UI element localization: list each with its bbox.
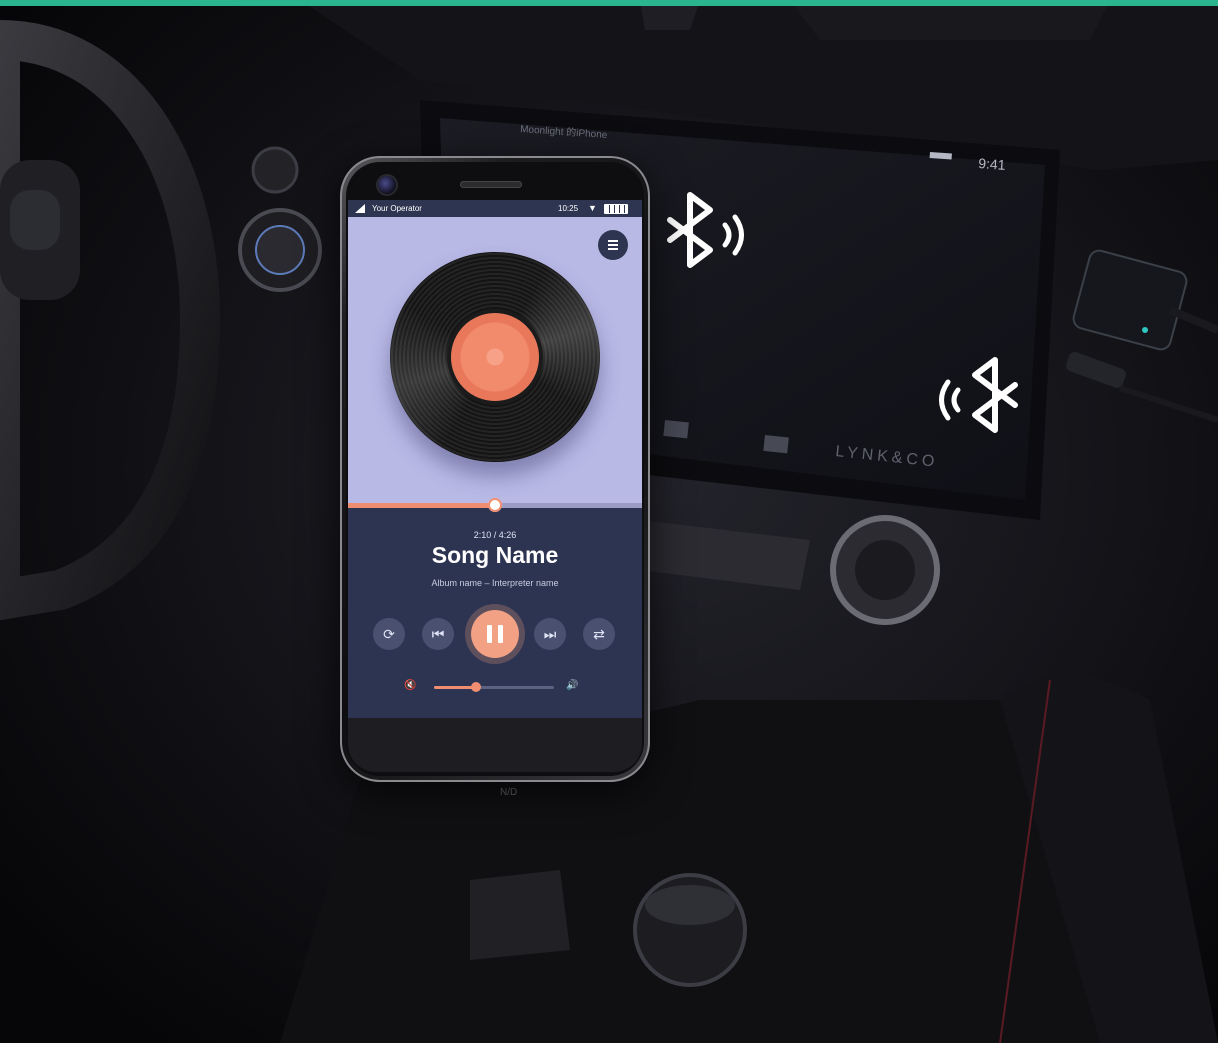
repeat-icon: ⟳ (383, 626, 395, 642)
pause-button[interactable] (471, 610, 519, 658)
bluetooth-icon (939, 357, 1018, 433)
volume-mute-icon[interactable]: 🔇 (404, 680, 416, 691)
song-title: Song Name (431, 542, 559, 568)
vinyl-label (451, 313, 539, 401)
shuffle-button[interactable]: ⇄ (583, 618, 615, 650)
vinyl-record-artwork (390, 252, 600, 462)
battery-icon (604, 204, 628, 214)
next-button[interactable]: ⏭ (534, 618, 566, 650)
wifi-icon: ▼ (588, 203, 597, 213)
pause-icon (487, 625, 492, 643)
car-screen-time: 9:41 (978, 155, 1007, 173)
volume-knob[interactable] (471, 682, 481, 692)
status-time: 10:25 (558, 204, 579, 213)
smartphone: Your Operator 10:25 ▼ 2:10 / 4:26 Song N… (340, 156, 650, 782)
volume-fill (434, 686, 476, 689)
progress-fill (348, 503, 495, 508)
front-camera (378, 176, 396, 194)
bluetooth-icon (667, 192, 744, 268)
music-player-screen: Your Operator 10:25 ▼ 2:10 / 4:26 Song N… (348, 200, 642, 718)
previous-button[interactable]: ⏮ (422, 618, 454, 650)
previous-icon: ⏮ (431, 626, 445, 642)
carrier-label: Your Operator (372, 204, 422, 213)
phone-chin (348, 718, 642, 772)
album-interpreter: Album name – Interpreter name (431, 578, 559, 588)
next-icon: ⏭ (543, 626, 557, 642)
repeat-button[interactable]: ⟳ (373, 618, 405, 650)
menu-icon (608, 240, 618, 242)
menu-button[interactable] (598, 230, 628, 260)
shuffle-icon: ⇄ (593, 626, 605, 642)
status-bar: Your Operator 10:25 ▼ (348, 200, 642, 217)
gear-label: N/D (500, 787, 517, 798)
earpiece-speaker (460, 181, 522, 188)
volume-up-icon[interactable]: 🔊 (566, 680, 578, 691)
signal-icon (355, 204, 365, 213)
top-accent-bar (0, 0, 1218, 6)
progress-knob[interactable] (488, 498, 502, 512)
elapsed-time: 2:10 / 4:26 (473, 530, 517, 540)
